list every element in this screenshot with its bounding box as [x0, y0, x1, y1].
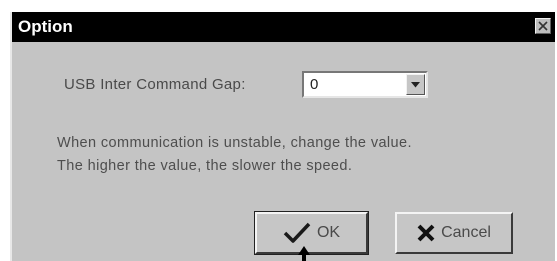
- dropdown-button[interactable]: [406, 74, 425, 95]
- info-text-line1: When communication is unstable, change t…: [57, 135, 412, 151]
- title-bar[interactable]: Option: [12, 12, 555, 42]
- ok-label: OK: [316, 224, 341, 241]
- usb-gap-value: 0: [310, 76, 319, 93]
- cancel-button[interactable]: Cancel: [395, 212, 513, 254]
- usb-gap-select[interactable]: 0: [302, 71, 428, 98]
- mouse-pointer-icon: [298, 246, 310, 261]
- cancel-label: Cancel: [441, 224, 491, 241]
- close-button[interactable]: [535, 18, 551, 34]
- info-text-line2: The higher the value, the slower the spe…: [57, 158, 353, 174]
- window-title: Option: [18, 17, 73, 36]
- option-dialog: Option USB Inter Command Gap: 0 When com…: [10, 12, 555, 261]
- ok-button[interactable]: OK: [254, 211, 369, 255]
- usb-gap-label: USB Inter Command Gap:: [64, 76, 246, 93]
- close-icon: [538, 21, 548, 31]
- x-mark-icon: [417, 224, 435, 242]
- chevron-down-icon: [411, 81, 420, 87]
- checkmark-icon: [283, 222, 311, 243]
